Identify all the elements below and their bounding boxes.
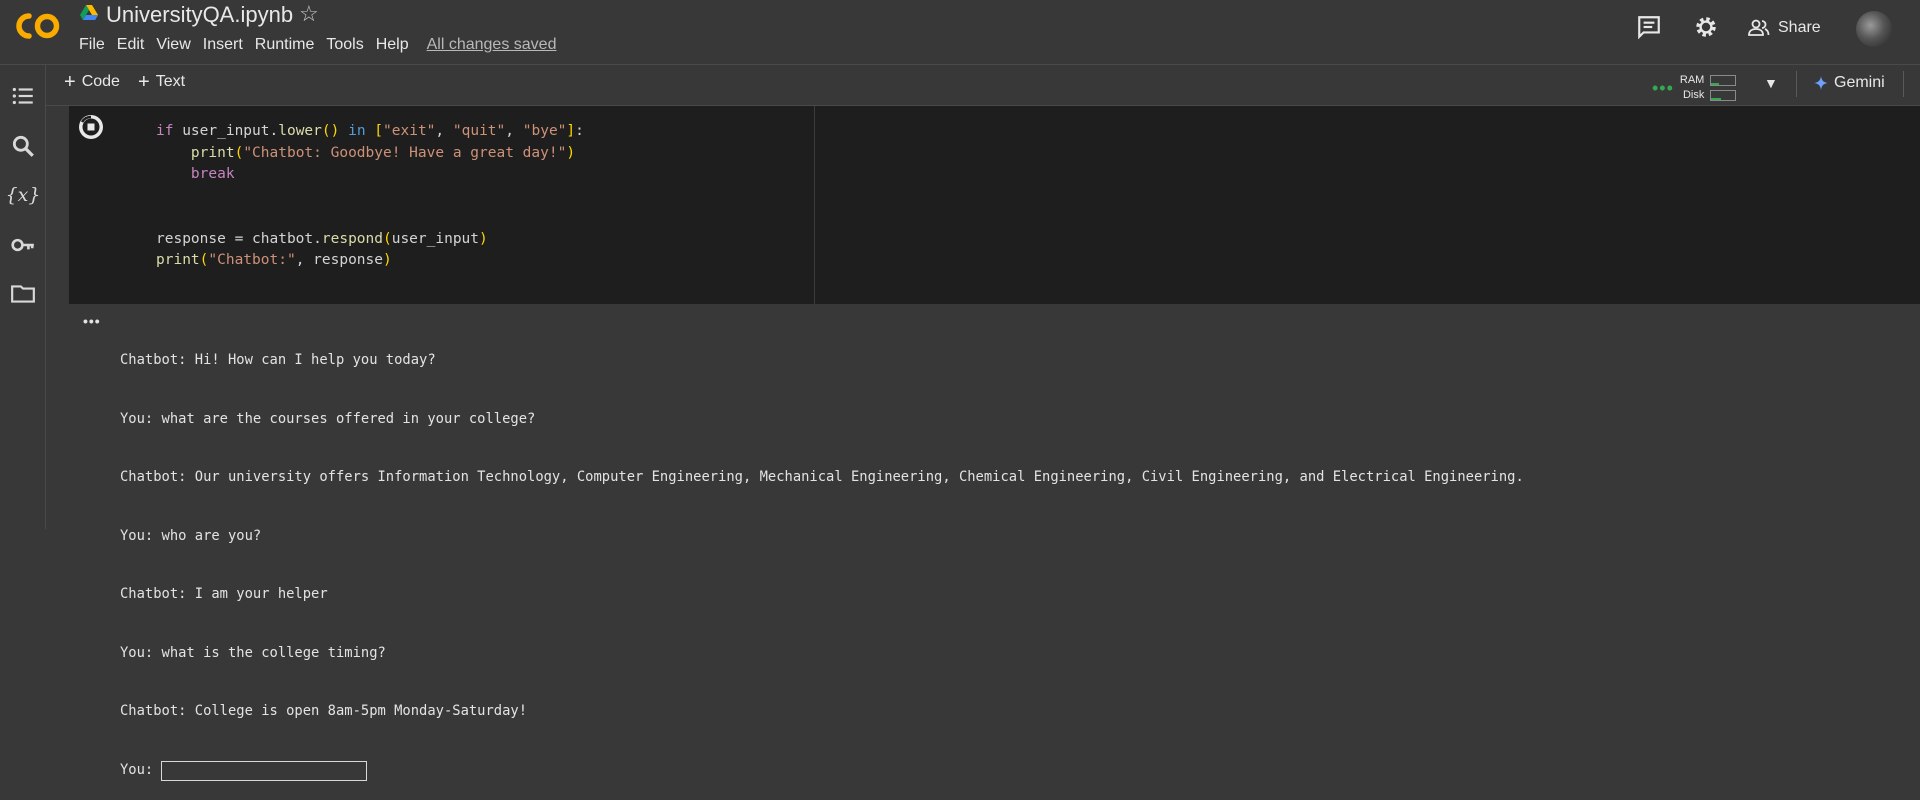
add-text-button[interactable]: + Text (138, 71, 186, 93)
save-status[interactable]: All changes saved (427, 36, 557, 54)
menu-bar: File Edit View Insert Runtime Tools Help… (79, 36, 556, 54)
code-line: break (190, 166, 235, 182)
gemini-label: Gemini (1834, 74, 1885, 91)
toolbar-divider (1903, 71, 1904, 97)
add-code-button[interactable]: + Code (64, 71, 120, 93)
code-line: response = chatbot.respond(user_input) (156, 230, 488, 247)
resource-bars (1710, 75, 1737, 101)
cell-output: Chatbot: Hi! How can I help you today? Y… (120, 312, 1524, 800)
people-icon (1748, 19, 1770, 36)
input-prompt-label: You: (120, 761, 154, 778)
menu-edit[interactable]: Edit (117, 36, 145, 54)
code-line: if user_input.lower() in ["exit", "quit"… (156, 123, 584, 139)
gemini-sparkle-icon (1814, 76, 1828, 90)
menu-help[interactable]: Help (376, 36, 409, 54)
output-line: Chatbot: College is open 8am-5pm Monday-… (120, 703, 528, 719)
gear-icon[interactable] (1693, 14, 1719, 40)
notebook-toolbar: + Code + Text ••• RAM Disk ▼ Gemini (46, 65, 1920, 106)
ram-label: RAM (1679, 74, 1705, 86)
ram-bar (1710, 75, 1737, 86)
gemini-button[interactable]: Gemini (1814, 74, 1885, 92)
share-button[interactable]: Share (1748, 15, 1821, 41)
output-line: You: what is the college timing? (120, 644, 386, 661)
variables-icon[interactable]: {𝑥} (6, 182, 41, 208)
output-line: Chatbot: Our university offers Informati… (120, 469, 1524, 485)
colab-logo[interactable] (14, 10, 62, 42)
key-icon[interactable] (10, 232, 36, 258)
google-drive-icon[interactable] (80, 5, 98, 21)
app-header: UniversityQA.ipynb ☆ File Edit View Inse… (0, 0, 1920, 65)
add-text-label: Text (155, 73, 186, 90)
output-line: You: who are you? (120, 527, 262, 544)
chevron-down-icon[interactable]: ▼ (1764, 75, 1778, 91)
folder-icon[interactable] (10, 281, 36, 307)
menu-tools[interactable]: Tools (326, 36, 363, 54)
disk-bar (1710, 90, 1737, 101)
add-code-label: Code (81, 73, 120, 90)
left-sidebar: {𝑥} (0, 65, 46, 529)
disk-label: Disk (1682, 89, 1705, 101)
plus-icon: + (64, 71, 76, 93)
table-of-contents-icon[interactable] (10, 83, 36, 109)
code-line: print("Chatbot:", response) (156, 252, 392, 268)
resource-labels: RAM Disk (1680, 73, 1704, 103)
share-label: Share (1778, 19, 1821, 36)
menu-view[interactable]: View (156, 36, 190, 54)
notebook-title[interactable]: UniversityQA.ipynb (106, 2, 293, 28)
input-prompt-row: You: (120, 760, 1524, 781)
output-line: You: what are the courses offered in you… (120, 410, 536, 427)
avatar[interactable] (1856, 11, 1892, 47)
toolbar-divider (1796, 71, 1797, 97)
plus-icon: + (138, 71, 150, 93)
search-icon[interactable] (10, 133, 36, 159)
code-line: print("Chatbot: Goodbye! Have a great da… (190, 144, 576, 161)
menu-file[interactable]: File (79, 36, 105, 54)
output-line: Chatbot: I am your helper (120, 586, 328, 602)
resource-monitor[interactable]: ••• RAM Disk (1652, 73, 1737, 103)
cell-divider (814, 106, 815, 304)
comment-icon[interactable] (1636, 14, 1662, 40)
connected-status-icon: ••• (1652, 77, 1674, 98)
output-menu-icon[interactable]: ••• (83, 313, 101, 329)
code-editor[interactable]: if user_input.lower() in ["exit", "quit"… (156, 121, 584, 272)
menu-insert[interactable]: Insert (203, 36, 243, 54)
stop-execution-icon[interactable] (77, 113, 105, 141)
user-input-field[interactable] (161, 760, 368, 781)
menu-runtime[interactable]: Runtime (255, 36, 315, 54)
output-line: Chatbot: Hi! How can I help you today? (120, 352, 436, 368)
star-icon[interactable]: ☆ (299, 1, 319, 27)
